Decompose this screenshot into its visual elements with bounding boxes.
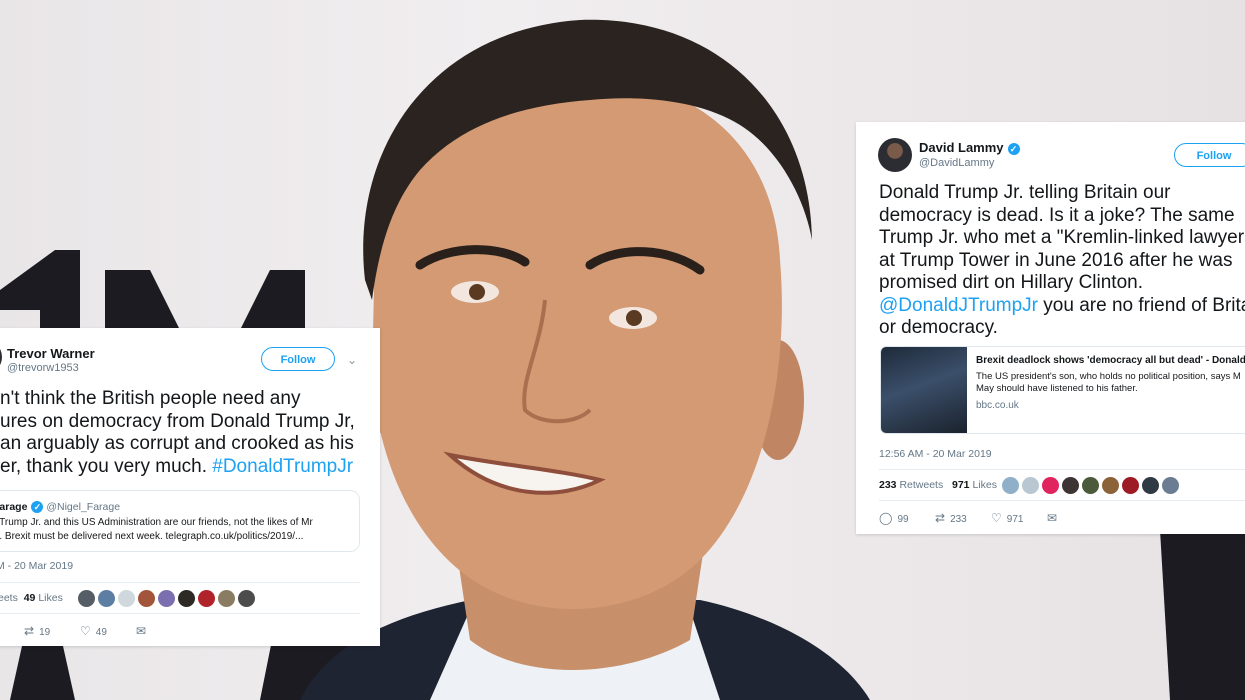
quoted-tweet[interactable]: Farage✓ @Nigel_Farage d Trump Jr. and th… [0, 490, 360, 552]
author-handle[interactable]: @DavidLammy [919, 157, 994, 169]
author-name[interactable]: Trevor Warner [7, 346, 95, 361]
direct-message-icon: ✉ [1047, 511, 1058, 525]
tweet-text-line: or democracy. [879, 317, 998, 338]
liker-avatar[interactable] [158, 590, 175, 607]
author-handle[interactable]: @trevorw1953 [7, 362, 79, 374]
likes-count[interactable]: 971 [952, 479, 970, 491]
liker-avatar[interactable] [1102, 477, 1119, 494]
verified-badge-icon: ✓ [1007, 143, 1020, 155]
link-description: The US president's son, who holds no pol… [976, 371, 1241, 395]
retweet-icon: ⇄ [935, 511, 946, 525]
verified-badge-icon: ✓ [31, 501, 44, 513]
author-avatar[interactable] [878, 138, 912, 172]
reply-icon: ◯ [879, 511, 893, 525]
link-description-line: May should have listened to his father. [976, 383, 1138, 394]
author-name[interactable]: David Lammy ✓ [919, 140, 1020, 155]
link-description-line: The US president's son, who holds no pol… [976, 371, 1241, 382]
quoted-author: Farage✓ @Nigel_Farage [0, 501, 120, 513]
tweet-text-line: at Trump Tower in June 2016 after he was [879, 249, 1233, 271]
quoted-text-line: er. Brexit must be delivered next week. … [0, 531, 304, 542]
reply-count: 99 [897, 514, 909, 525]
tweet-text-segment: er, thank you very much. [0, 455, 213, 477]
liker-avatar[interactable] [78, 590, 95, 607]
tweet-text: Donald Trump Jr. telling Britain our dem… [879, 182, 1245, 340]
liker-avatar[interactable] [1122, 477, 1139, 494]
retweet-action[interactable]: ⇄ 19 [24, 624, 50, 638]
retweet-action[interactable]: ⇄ 233 [935, 511, 967, 525]
liker-avatar[interactable] [118, 590, 135, 607]
like-count: 971 [1006, 514, 1024, 525]
link-title: Brexit deadlock shows 'democracy all but… [976, 355, 1245, 366]
liker-avatar[interactable] [218, 590, 235, 607]
liker-avatar[interactable] [1162, 477, 1179, 494]
liker-avatar[interactable] [1022, 477, 1039, 494]
link-preview-card[interactable]: Brexit deadlock shows 'democracy all but… [880, 346, 1245, 434]
retweet-count: 233 [950, 514, 967, 525]
quoted-tweet-text: d Trump Jr. and this US Administration a… [0, 516, 313, 544]
tweet-text-line: an arguably as corrupt and crooked as hi… [0, 433, 354, 454]
liker-avatar[interactable] [178, 590, 195, 607]
retweet-count: 19 [39, 627, 51, 638]
liker-avatar[interactable] [1142, 477, 1159, 494]
author-name-text: David Lammy [919, 140, 1004, 155]
tweet-text-segment: you are no friend of Brita [1038, 294, 1245, 316]
tweet-text: n't think the British people need any ur… [0, 388, 355, 478]
liker-avatar[interactable] [138, 590, 155, 607]
like-action[interactable]: ♡ 971 [991, 511, 1023, 525]
author-avatar[interactable] [0, 340, 2, 374]
tweet-text-line: Donald Trump Jr. telling Britain our [879, 182, 1171, 203]
heart-icon: ♡ [991, 511, 1002, 525]
tweet-text-line: democracy is dead. Is it a joke? The sam… [879, 204, 1235, 226]
likes-label[interactable]: Likes [972, 479, 997, 491]
tweet-text-line: Trump Jr. who met a "Kremlin-linked lawy… [879, 227, 1245, 248]
like-action[interactable]: ♡ 49 [80, 624, 107, 638]
retweet-icon: ⇄ [24, 624, 35, 638]
tweet-text-line: n't think the British people need any [0, 388, 301, 409]
quoted-text-line: d Trump Jr. and this US Administration a… [0, 517, 313, 528]
retweets-label[interactable]: Retweets [899, 479, 943, 491]
link-thumbnail [881, 347, 967, 433]
divider [0, 613, 360, 614]
liker-avatar[interactable] [1082, 477, 1099, 494]
liker-avatar[interactable] [238, 590, 255, 607]
liker-avatar[interactable] [198, 590, 215, 607]
follow-button[interactable]: Follow [261, 347, 335, 371]
retweets-count[interactable]: 233 [879, 479, 897, 491]
liker-avatars [78, 590, 258, 608]
direct-message-action[interactable]: ✉ [136, 624, 151, 638]
mention-link[interactable]: @DonaldJTrumpJr [879, 295, 1038, 316]
direct-message-action[interactable]: ✉ [1047, 511, 1062, 525]
liker-avatar[interactable] [1062, 477, 1079, 494]
quoted-author-name: Farage [0, 501, 28, 513]
tweet-card-trevor-warner: Trevor Warner @trevorw1953 Follow ⌄ n't … [0, 328, 380, 646]
tweet-text-line: @DonaldJTrumpJr you are no friend of Bri… [879, 295, 1245, 318]
liker-avatar[interactable] [1002, 477, 1019, 494]
tweet-timestamp[interactable]: M - 20 Mar 2019 [0, 560, 73, 572]
tweet-card-david-lammy: David Lammy ✓ @DavidLammy Follow Donald T… [856, 122, 1245, 534]
follow-button[interactable]: Follow [1174, 143, 1245, 167]
tweet-text-line: er, thank you very much. #DonaldTrumpJr [0, 456, 355, 479]
hashtag-link[interactable]: #DonaldTrumpJr [212, 456, 353, 477]
liker-avatar[interactable] [98, 590, 115, 607]
like-count: 49 [95, 627, 107, 638]
direct-message-icon: ✉ [136, 624, 147, 638]
tweet-text-line: ures on democracy from Donald Trump Jr, [0, 410, 355, 432]
tweet-stats: 233 Retweets 971 Likes [879, 479, 997, 491]
heart-icon: ♡ [80, 624, 91, 638]
retweets-label[interactable]: eets [0, 592, 18, 604]
chevron-down-icon[interactable]: ⌄ [347, 354, 359, 366]
likes-count[interactable]: 49 [24, 592, 36, 604]
liker-avatars [1002, 477, 1182, 495]
likes-label[interactable]: Likes [38, 592, 63, 604]
liker-avatar[interactable] [1042, 477, 1059, 494]
link-domain: bbc.co.uk [976, 400, 1019, 411]
quoted-author-handle: @Nigel_Farage [46, 501, 121, 513]
divider [0, 582, 360, 583]
tweet-stats: eets 49 Likes [0, 592, 63, 604]
tweet-timestamp[interactable]: 12:56 AM - 20 Mar 2019 [879, 448, 992, 460]
divider [879, 500, 1245, 501]
divider [879, 469, 1245, 470]
reply-action[interactable]: ◯ 99 [879, 511, 909, 525]
tweet-text-line: promised dirt on Hillary Clinton. [879, 272, 1143, 293]
